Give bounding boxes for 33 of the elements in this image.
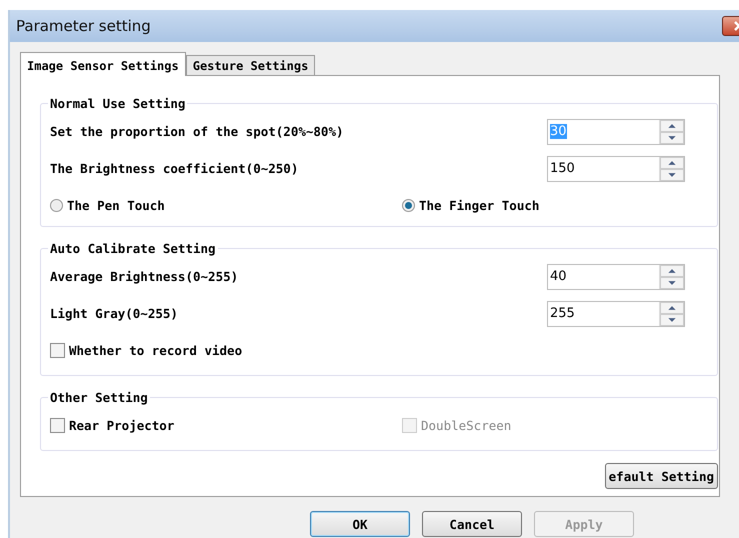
default-setting-button[interactable]: efault Setting bbox=[604, 463, 718, 489]
checkbox-label: DoubleScreen bbox=[421, 418, 512, 433]
dialog-button[interactable]: OK bbox=[310, 511, 410, 537]
radio-label: The Finger Touch bbox=[419, 198, 540, 213]
spin-down-button[interactable] bbox=[660, 314, 684, 326]
spin-up-button[interactable] bbox=[660, 120, 684, 132]
group-title: Auto Calibrate Setting bbox=[49, 241, 217, 256]
field-label: Light Gray(0~255) bbox=[50, 306, 178, 321]
tab[interactable]: Image Sensor Settings bbox=[20, 52, 186, 76]
field-label: The Brightness coefficient(0~250) bbox=[50, 161, 298, 176]
group-title: Other Setting bbox=[49, 390, 149, 405]
spin-down-button[interactable] bbox=[660, 276, 684, 288]
field-label: Average Brightness(0~255) bbox=[50, 269, 238, 284]
dialog-button[interactable]: Cancel bbox=[422, 511, 522, 537]
spin-up-button[interactable] bbox=[660, 156, 684, 168]
checkbox[interactable] bbox=[50, 418, 65, 433]
window-title: Parameter setting bbox=[16, 17, 151, 35]
checkbox-label: Whether to record video bbox=[69, 343, 242, 358]
tab[interactable]: Gesture Settings bbox=[186, 55, 316, 75]
radio-label: The Pen Touch bbox=[67, 198, 165, 213]
spin-box[interactable]: 150 bbox=[547, 156, 685, 182]
spin-down-button[interactable] bbox=[660, 168, 684, 180]
checkbox-label: Rear Projector bbox=[69, 418, 174, 433]
spin-up-button[interactable] bbox=[660, 302, 684, 314]
checkbox[interactable] bbox=[50, 343, 65, 358]
radio-button[interactable] bbox=[50, 199, 63, 212]
spin-box[interactable]: 40 bbox=[547, 264, 685, 290]
field-label: Set the proportion of the spot(20%~80%) bbox=[50, 124, 344, 139]
radio-button[interactable] bbox=[402, 199, 415, 212]
spin-up-button[interactable] bbox=[660, 264, 684, 276]
spin-box[interactable]: 255 bbox=[547, 300, 685, 326]
spin-down-button[interactable] bbox=[660, 132, 684, 144]
group-title: Normal Use Setting bbox=[49, 96, 186, 111]
